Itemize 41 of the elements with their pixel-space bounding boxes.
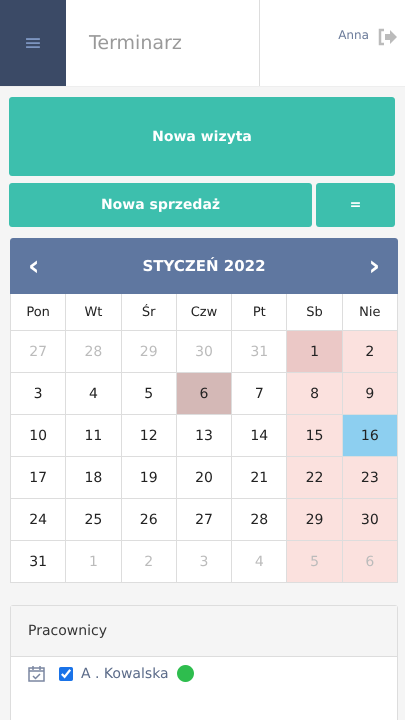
day-cell[interactable]: 30: [342, 499, 398, 541]
day-cell[interactable]: 3: [11, 373, 66, 415]
day-cell[interactable]: 15: [287, 415, 343, 457]
day-cell[interactable]: 24: [11, 499, 66, 541]
day-cell[interactable]: 31: [11, 541, 66, 583]
day-cell[interactable]: 1: [287, 331, 343, 373]
day-cell[interactable]: 25: [66, 499, 122, 541]
day-cell[interactable]: 16: [342, 415, 398, 457]
day-cell[interactable]: 6: [176, 373, 232, 415]
day-cell[interactable]: 13: [176, 415, 232, 457]
panel-title: Pracownicy: [11, 606, 397, 657]
day-cell[interactable]: 2: [342, 331, 398, 373]
next-month-button[interactable]: ›: [362, 252, 386, 280]
day-cell[interactable]: 23: [342, 457, 398, 499]
day-cell[interactable]: 22: [287, 457, 343, 499]
day-cell[interactable]: 10: [11, 415, 66, 457]
day-cell[interactable]: 17: [11, 457, 66, 499]
page-title: Terminarz: [66, 0, 260, 86]
calendar-icon[interactable]: [28, 665, 45, 682]
day-cell[interactable]: 7: [232, 373, 288, 415]
day-cell[interactable]: 12: [122, 415, 177, 457]
day-cell[interactable]: 29: [287, 499, 343, 541]
day-cell[interactable]: 27: [176, 499, 232, 541]
user-name: Anna: [338, 28, 369, 42]
day-cell[interactable]: 18: [66, 457, 122, 499]
month-title: STYCZEŃ 2022: [142, 257, 266, 275]
day-cell[interactable]: 20: [176, 457, 232, 499]
day-cell[interactable]: 19: [122, 457, 177, 499]
day-cell[interactable]: 9: [342, 373, 398, 415]
logout-icon[interactable]: [377, 28, 397, 46]
day-cell[interactable]: 28: [232, 499, 288, 541]
day-cell[interactable]: 8: [287, 373, 343, 415]
day-cell[interactable]: 11: [66, 415, 122, 457]
day-cell[interactable]: 4: [66, 373, 122, 415]
staff-checkbox[interactable]: [59, 666, 73, 680]
day-cell[interactable]: 5: [122, 373, 177, 415]
day-cell[interactable]: 21: [232, 457, 288, 499]
staff-name: A . Kowalska: [81, 666, 169, 682]
day-cell[interactable]: 14: [232, 415, 288, 457]
previous-month-button[interactable]: ‹: [22, 252, 46, 280]
day-cell[interactable]: 26: [122, 499, 177, 541]
